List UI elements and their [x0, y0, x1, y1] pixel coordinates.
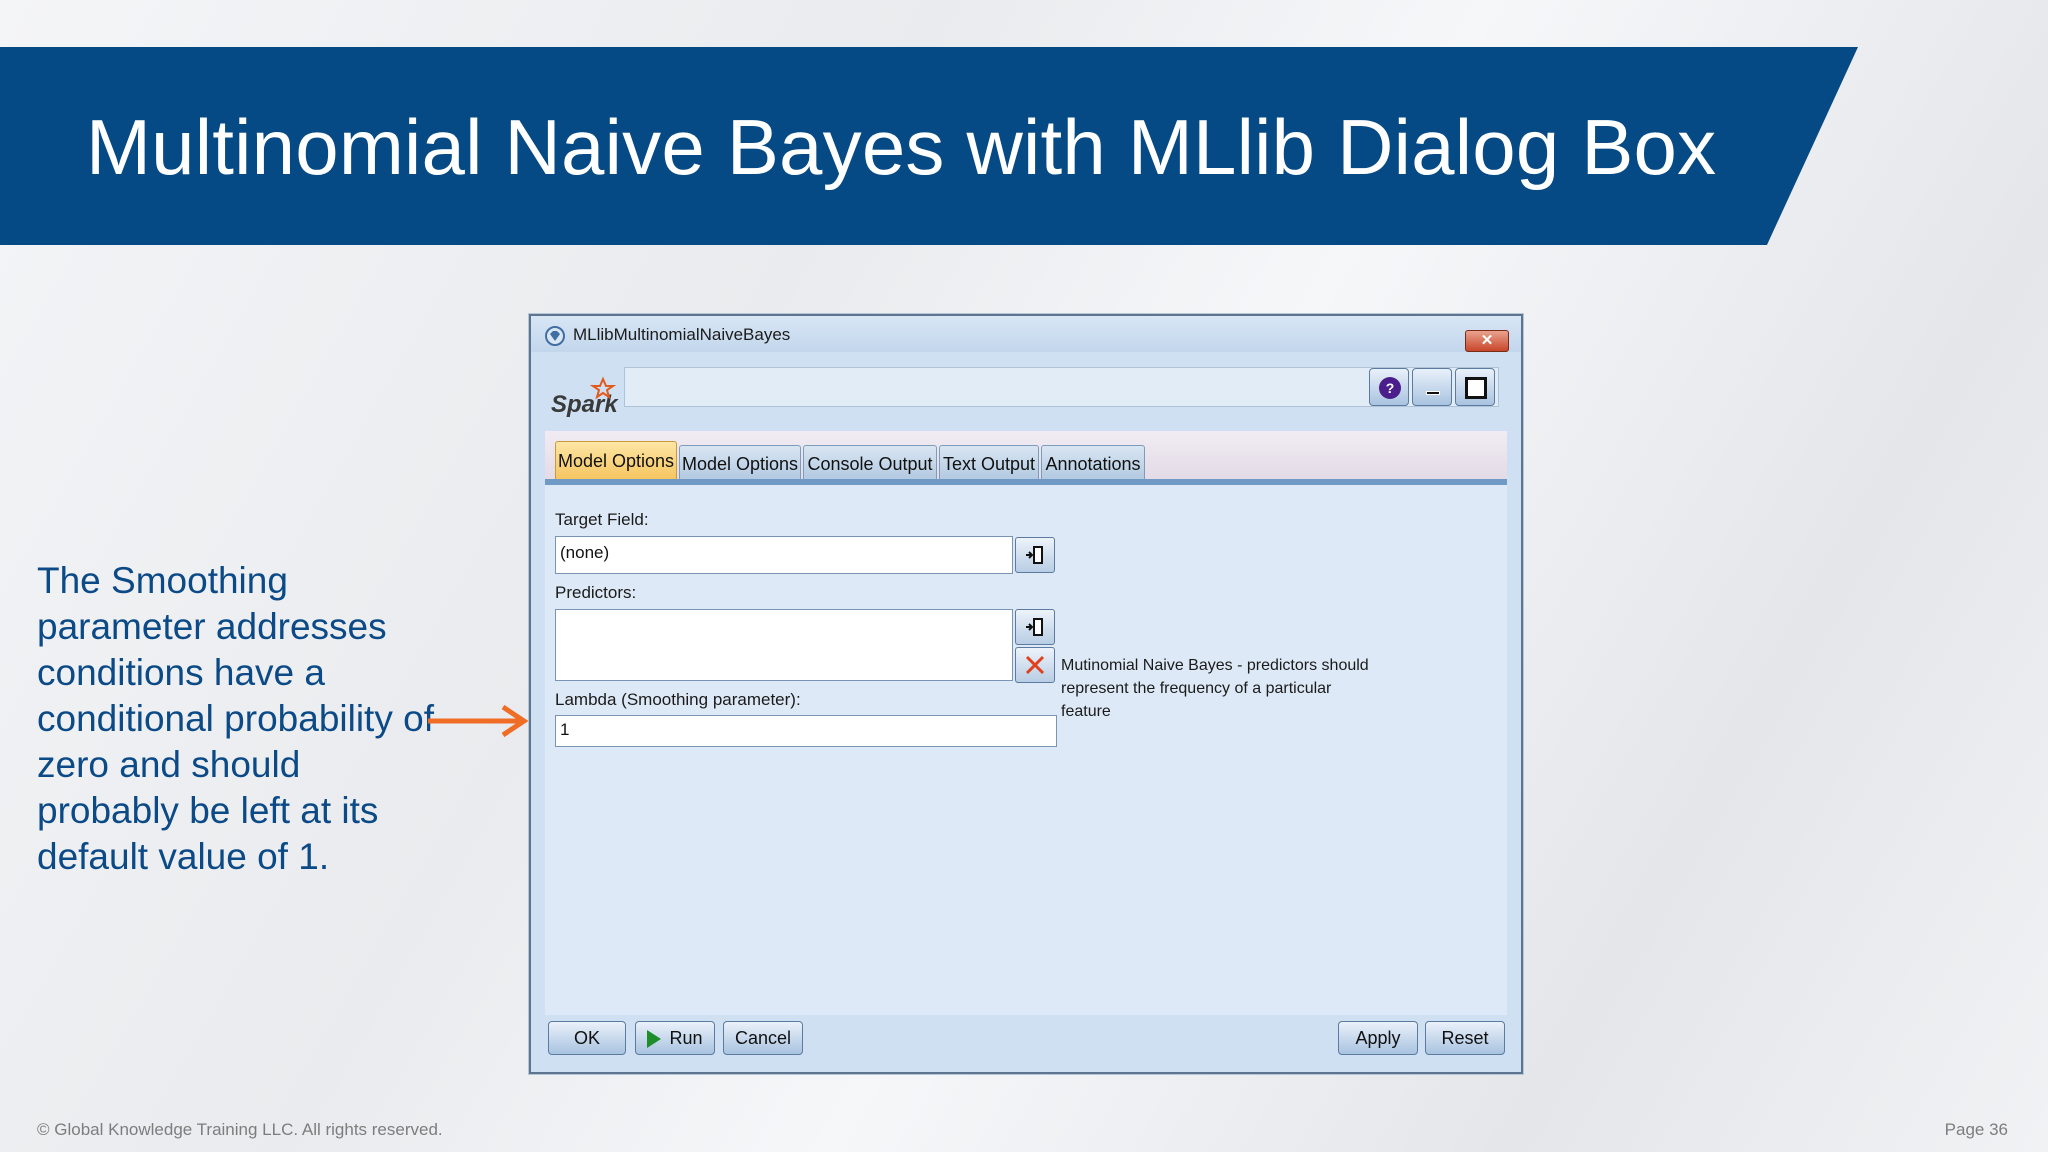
spark-logo: Spark: [551, 376, 619, 418]
predictors-label: Predictors:: [555, 583, 637, 602]
help-button[interactable]: ?: [1369, 368, 1409, 406]
slide-title: Multinomial Naive Bayes with MLlib Dialo…: [86, 103, 1717, 191]
predictors-remove-button[interactable]: [1015, 647, 1055, 683]
header-bar: [624, 367, 1499, 407]
target-field-label: Target Field:: [555, 510, 649, 529]
field-picker-icon: [1026, 618, 1043, 636]
reset-button[interactable]: Reset: [1425, 1021, 1505, 1055]
delete-icon: [1025, 655, 1045, 675]
apply-button[interactable]: Apply: [1338, 1021, 1418, 1055]
dialog-titlebar: MLlibMultinomialNaiveBayes ✕: [531, 316, 1521, 352]
tab-bar: Model Options Model Options Console Outp…: [545, 431, 1507, 483]
field-picker-icon: [1026, 546, 1043, 564]
page-number: Page 36: [1944, 1120, 2008, 1139]
arrow-right-icon: [428, 705, 529, 738]
cancel-button[interactable]: Cancel: [723, 1021, 803, 1055]
dialog-title: MLlibMultinomialNaiveBayes: [573, 325, 791, 344]
lambda-label: Lambda (Smoothing parameter):: [555, 690, 801, 709]
predictors-picker-button[interactable]: [1015, 609, 1055, 645]
run-button-label: Run: [669, 1028, 703, 1048]
node-description: Mutinomial Naive Bayes - predictors shou…: [1061, 657, 1369, 720]
tab-console-output[interactable]: Console Output: [803, 445, 937, 483]
tab-model-options[interactable]: Model Options: [679, 445, 801, 483]
ok-button[interactable]: OK: [548, 1021, 626, 1055]
tab-model-options-active[interactable]: Model Options: [555, 441, 677, 483]
run-button[interactable]: Run: [635, 1021, 715, 1055]
maximize-button[interactable]: [1455, 368, 1495, 406]
tab-text-output[interactable]: Text Output: [939, 445, 1039, 483]
target-field-picker-button[interactable]: [1015, 537, 1055, 573]
callout-text: The Smoothing parameter addresses condit…: [37, 560, 434, 877]
maximize-icon: [1465, 377, 1487, 399]
predictors-list[interactable]: [555, 609, 1013, 681]
copyright-text: © Global Knowledge Training LLC. All rig…: [37, 1120, 443, 1139]
lambda-input[interactable]: 1: [555, 715, 1057, 747]
minimize-button[interactable]: [1412, 368, 1452, 406]
target-field-input[interactable]: (none): [555, 536, 1013, 574]
tab-annotations[interactable]: Annotations: [1041, 445, 1145, 483]
close-button[interactable]: ✕: [1465, 330, 1509, 352]
dialog-window: MLlibMultinomialNaiveBayes ✕ Spark ? Mod…: [529, 314, 1523, 1074]
help-icon: ?: [1379, 377, 1401, 399]
node-icon: [545, 326, 565, 346]
minimize-icon: [1426, 391, 1440, 395]
play-icon: [647, 1030, 662, 1049]
